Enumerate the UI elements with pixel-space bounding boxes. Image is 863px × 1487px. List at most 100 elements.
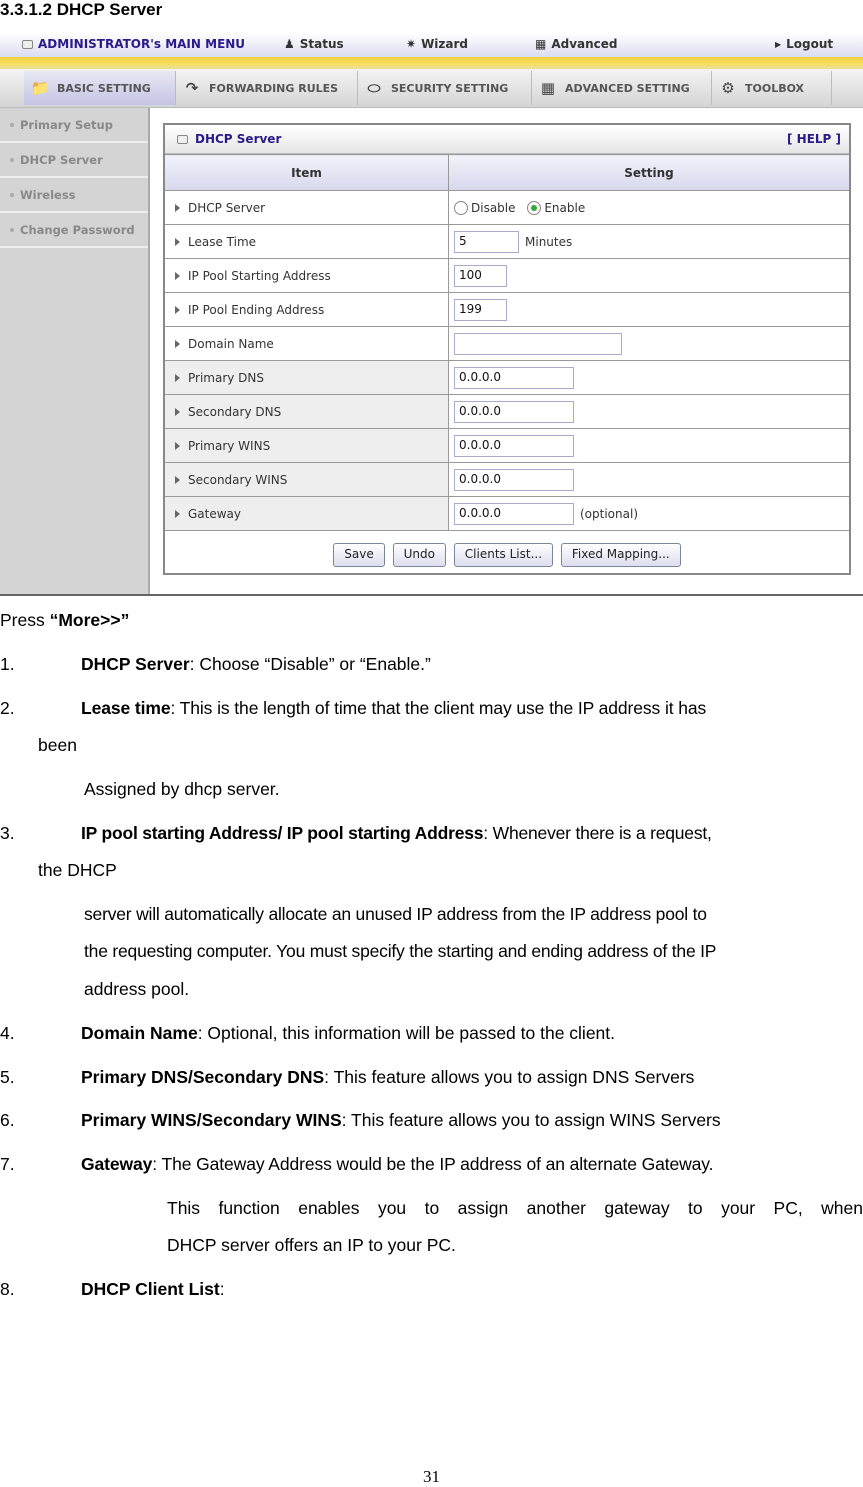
optional-label: (optional) <box>580 506 638 521</box>
secondary-dns-input[interactable]: 0.0.0.0 <box>454 400 574 423</box>
row-setting-cell: 100 <box>448 258 849 293</box>
table-row: Primary WINS 0.0.0.0 <box>165 428 849 463</box>
item-term: DHCP Server <box>81 654 190 674</box>
primary-wins-input[interactable]: 0.0.0.0 <box>454 434 574 457</box>
dhcp-server-panel: DHCP Server [ HELP ] Item Setting DHCP S… <box>163 123 851 579</box>
tab-label: ADVANCED SETTING <box>565 81 690 95</box>
item-number: 1. <box>0 654 15 674</box>
top-menu-bar: ADMINISTRATOR's MAIN MENU ♟ Status ✷ Wizar… <box>0 33 863 57</box>
item-text: : Choose “Disable” or “Enable.” <box>189 654 431 674</box>
item-text: : Whenever there is a request, <box>483 823 712 843</box>
row-label-cell: Secondary WINS <box>165 462 449 497</box>
secondary-wins-input[interactable]: 0.0.0.0 <box>454 468 574 491</box>
tab-toolbox[interactable]: ⚙ TOOLBOX <box>712 71 832 105</box>
item-term: Domain Name <box>81 1023 198 1043</box>
logout-link[interactable]: ▶ Logout <box>775 37 833 51</box>
item-continuation: DHCP server offers an IP to your PC. <box>167 1235 456 1255</box>
row-label: Secondary DNS <box>188 404 282 419</box>
lease-time-input[interactable]: 5 <box>454 230 519 253</box>
row-label-cell: Lease Time <box>165 224 449 259</box>
tab-basic-setting[interactable]: 📁 BASIC SETTING <box>24 71 176 105</box>
sidebar-item-wireless[interactable]: Wireless <box>0 179 148 213</box>
item-term: Gateway <box>81 1154 153 1174</box>
domain-name-input[interactable] <box>454 332 622 355</box>
arrow-right-icon <box>175 272 180 280</box>
row-label-cell: IP Pool Ending Address <box>165 292 449 327</box>
item-continuation: been <box>38 735 77 755</box>
tab-advanced-setting[interactable]: ▦ ADVANCED SETTING <box>532 71 712 105</box>
router-screenshot: ADMINISTRATOR's MAIN MENU ♟ Status ✷ Wizar… <box>0 33 863 596</box>
button-row: Save Undo Clients List... Fixed Mapping.… <box>165 530 849 579</box>
row-label-cell: Primary WINS <box>165 428 449 463</box>
primary-dns-input[interactable]: 0.0.0.0 <box>454 366 574 389</box>
security-icon: ⬭ <box>367 79 381 97</box>
item-term: Primary WINS/Secondary WINS <box>81 1110 342 1130</box>
wizard-icon: ✷ <box>406 37 417 51</box>
enable-radio[interactable] <box>527 200 542 215</box>
sidebar-item-label: DHCP Server <box>20 153 103 167</box>
row-label: Secondary WINS <box>188 472 288 487</box>
table-row: Gateway 0.0.0.0 (optional) <box>165 496 849 531</box>
item-term: DHCP Client List <box>81 1279 220 1299</box>
row-label: Primary WINS <box>188 438 271 453</box>
help-link[interactable]: [ HELP ] <box>787 132 841 146</box>
item-continuation: the DHCP <box>38 860 117 880</box>
disable-radio[interactable] <box>454 200 468 215</box>
clients-list-button[interactable]: Clients List... <box>453 543 554 567</box>
row-label: IP Pool Ending Address <box>188 302 325 317</box>
bullet-icon <box>10 158 14 162</box>
sidebar-item-dhcp-server[interactable]: DHCP Server <box>0 144 148 178</box>
row-setting-cell: Disable Enable <box>448 190 849 225</box>
item-number: 5. <box>0 1067 15 1087</box>
press-prefix: Press <box>0 610 50 630</box>
row-label: Lease Time <box>188 234 257 249</box>
advanced-icon: ▦ <box>535 37 547 51</box>
arrow-right-icon <box>175 510 180 518</box>
page-number: 31 <box>423 1467 440 1486</box>
item-continuation: address pool. <box>84 979 190 999</box>
table-row: IP Pool Starting Address 100 <box>165 258 849 293</box>
undo-button[interactable]: Undo <box>392 543 446 567</box>
status-link[interactable]: ♟ Status <box>284 37 344 51</box>
pool-end-input[interactable]: 199 <box>454 298 507 321</box>
row-label-cell: Secondary DNS <box>165 394 449 429</box>
row-label: Domain Name <box>188 336 274 351</box>
wizard-link[interactable]: ✷ Wizard <box>406 37 468 51</box>
section-heading: 3.3.1.2 DHCP Server <box>0 0 163 19</box>
advanced-link[interactable]: ▦ Advanced <box>535 37 618 51</box>
row-setting-cell <box>448 326 849 361</box>
table-row: IP Pool Ending Address 199 <box>165 292 849 327</box>
fixed-mapping-button[interactable]: Fixed Mapping... <box>560 543 681 567</box>
status-person-icon: ♟ <box>284 37 295 51</box>
item-continuation: Assigned by dhcp server. <box>84 779 280 799</box>
admin-menu-link[interactable]: ADMINISTRATOR's MAIN MENU <box>22 37 245 51</box>
forwarding-icon: ↷ <box>185 79 199 97</box>
pool-start-input[interactable]: 100 <box>454 264 507 287</box>
column-header-item: Item <box>165 154 449 191</box>
gateway-input[interactable]: 0.0.0.0 <box>454 502 574 525</box>
item-number: 7. <box>0 1154 15 1174</box>
row-label: DHCP Server <box>188 200 266 215</box>
advanced-icon: ▦ <box>540 79 556 97</box>
item-term: IP pool starting Address/ IP pool starti… <box>81 823 484 843</box>
arrow-right-icon <box>175 204 180 212</box>
row-setting-cell: 5 Minutes <box>448 224 849 259</box>
yellow-divider <box>0 57 863 69</box>
row-label-cell: DHCP Server <box>165 190 449 225</box>
row-setting-cell: 0.0.0.0 <box>448 462 849 497</box>
sidebar-item-primary-setup[interactable]: Primary Setup <box>0 109 148 143</box>
bullet-icon <box>10 193 14 197</box>
item-text: : The Gateway Address would be the IP ad… <box>152 1154 714 1174</box>
item-number: 2. <box>0 698 15 718</box>
bullet-icon <box>10 123 14 127</box>
item-text: : Optional, this information will be pas… <box>197 1023 616 1043</box>
tab-forwarding-rules[interactable]: ↷ FORWARDING RULES <box>176 71 358 105</box>
item-text: : This feature allows you to assign WINS… <box>341 1110 721 1130</box>
tab-security-setting[interactable]: ⬭ SECURITY SETTING <box>358 71 532 105</box>
row-setting-cell: 199 <box>448 292 849 327</box>
item-number: 8. <box>0 1279 15 1299</box>
sidebar-item-change-password[interactable]: Change Password <box>0 214 148 248</box>
save-button[interactable]: Save <box>333 543 385 567</box>
item-term: Lease time <box>81 698 171 718</box>
item-term: Primary DNS/Secondary DNS <box>81 1067 325 1087</box>
